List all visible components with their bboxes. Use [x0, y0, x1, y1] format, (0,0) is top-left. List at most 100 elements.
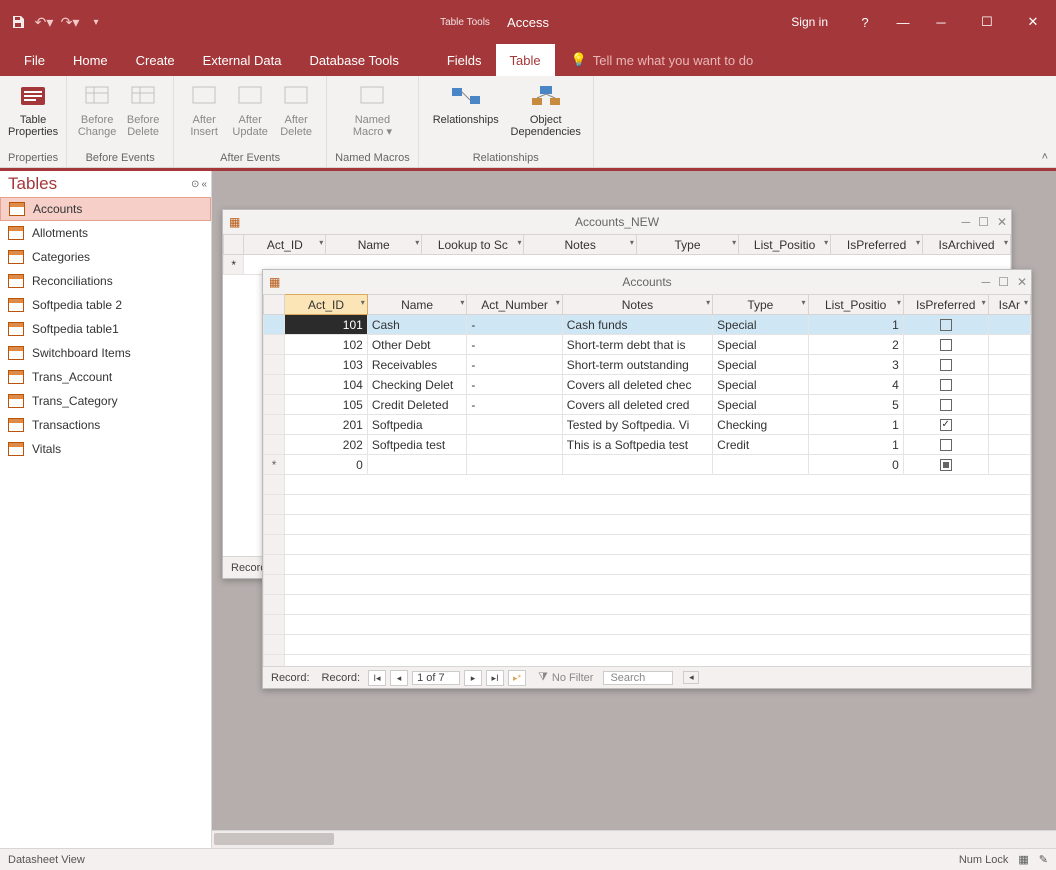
- row-selector[interactable]: [264, 435, 285, 455]
- minimize-icon[interactable]: ─: [982, 275, 991, 289]
- column-header[interactable]: IsPreferred▾: [903, 295, 988, 315]
- nav-item-categories[interactable]: Categories: [0, 245, 211, 269]
- relationships-button[interactable]: Relationships: [427, 80, 505, 150]
- object-dependencies-button[interactable]: ObjectDependencies: [507, 80, 585, 150]
- table-row[interactable]: 101Cash-Cash fundsSpecial1: [264, 315, 1031, 335]
- column-header[interactable]: Name▾: [326, 235, 422, 255]
- checkbox[interactable]: [940, 319, 952, 331]
- nav-new-button[interactable]: ▸*: [508, 670, 526, 686]
- row-selector[interactable]: [264, 355, 285, 375]
- column-header[interactable]: Act_ID▾: [285, 295, 368, 315]
- window-title-bar[interactable]: ▦ Accounts_NEW ─☐✕: [223, 210, 1011, 234]
- table-row[interactable]: 105Credit Deleted-Covers all deleted cre…: [264, 395, 1031, 415]
- after-insert-button[interactable]: AfterInsert: [182, 80, 226, 150]
- nav-header[interactable]: Tables ⊙«: [0, 171, 211, 197]
- undo-icon[interactable]: ↶▾: [34, 12, 54, 32]
- close-button[interactable]: ✕: [1010, 0, 1056, 44]
- ribbon-options-icon[interactable]: —: [888, 0, 918, 44]
- record-position[interactable]: 1 of 7: [412, 671, 460, 685]
- before-change-button[interactable]: BeforeChange: [75, 80, 119, 150]
- nav-item-accounts[interactable]: Accounts: [0, 197, 211, 221]
- column-header[interactable]: Notes▾: [562, 295, 712, 315]
- datasheet-accounts[interactable]: Act_ID▾Name▾Act_Number▾Notes▾Type▾List_P…: [263, 294, 1031, 666]
- nav-item-transactions[interactable]: Transactions: [0, 413, 211, 437]
- nav-item-reconciliations[interactable]: Reconciliations: [0, 269, 211, 293]
- nav-item-trans_account[interactable]: Trans_Account: [0, 365, 211, 389]
- qat-customize-icon[interactable]: ▾: [86, 12, 106, 32]
- after-delete-button[interactable]: AfterDelete: [274, 80, 318, 150]
- tab-create[interactable]: Create: [122, 44, 189, 76]
- tab-table[interactable]: Table: [496, 44, 555, 76]
- table-row[interactable]: 202Softpedia testThis is a Softpedia tes…: [264, 435, 1031, 455]
- column-header[interactable]: Act_ID▾: [244, 235, 326, 255]
- checkbox[interactable]: [940, 399, 952, 411]
- row-selector[interactable]: *: [264, 455, 285, 475]
- checkbox[interactable]: [940, 419, 952, 431]
- tab-file[interactable]: File: [10, 44, 59, 76]
- redo-icon[interactable]: ↷▾: [60, 12, 80, 32]
- row-selector[interactable]: [264, 315, 285, 335]
- collapse-ribbon-icon[interactable]: ˄: [1042, 151, 1048, 163]
- table-row[interactable]: 102Other Debt-Short-term debt that isSpe…: [264, 335, 1031, 355]
- column-header[interactable]: Notes▾: [524, 235, 636, 255]
- checkbox[interactable]: [940, 439, 952, 451]
- checkbox[interactable]: [940, 359, 952, 371]
- table-row[interactable]: 104Checking Delet-Covers all deleted che…: [264, 375, 1031, 395]
- named-macro-button[interactable]: NamedMacro ▾: [350, 80, 394, 150]
- window-accounts[interactable]: ▦ Accounts ─☐✕ Act_ID▾Name▾Act_Number▾No…: [262, 269, 1032, 689]
- column-header[interactable]: Type▾: [636, 235, 738, 255]
- column-header[interactable]: List_Positio▾: [808, 295, 903, 315]
- column-header[interactable]: Act_Number▾: [467, 295, 562, 315]
- table-row[interactable]: 103Receivables-Short-term outstandingSpe…: [264, 355, 1031, 375]
- column-header[interactable]: Lookup to Sc▾: [422, 235, 524, 255]
- column-header[interactable]: Name▾: [367, 295, 467, 315]
- save-icon[interactable]: [8, 12, 28, 32]
- maximize-icon[interactable]: ☐: [978, 215, 989, 229]
- checkbox[interactable]: [940, 459, 952, 471]
- row-selector[interactable]: *: [224, 255, 244, 275]
- row-selector[interactable]: [264, 415, 285, 435]
- nav-prev-button[interactable]: ◂: [390, 670, 408, 686]
- maximize-button[interactable]: ☐: [964, 0, 1010, 44]
- nav-item-trans_category[interactable]: Trans_Category: [0, 389, 211, 413]
- design-view-icon[interactable]: ✎: [1039, 853, 1048, 866]
- help-icon[interactable]: ?: [842, 0, 888, 44]
- row-selector[interactable]: [264, 335, 285, 355]
- search-input[interactable]: Search: [603, 671, 673, 685]
- tab-fields[interactable]: Fields: [433, 44, 496, 76]
- select-all-cell[interactable]: [224, 235, 244, 255]
- nav-last-button[interactable]: ▸I: [486, 670, 504, 686]
- checkbox[interactable]: [940, 339, 952, 351]
- nav-dropdown-icon[interactable]: ⊙: [191, 179, 199, 190]
- nav-first-button[interactable]: I◂: [368, 670, 386, 686]
- before-delete-button[interactable]: BeforeDelete: [121, 80, 165, 150]
- row-selector[interactable]: [264, 375, 285, 395]
- row-selector[interactable]: [264, 395, 285, 415]
- column-header[interactable]: IsPreferred▾: [831, 235, 923, 255]
- tab-external-data[interactable]: External Data: [189, 44, 296, 76]
- nav-next-button[interactable]: ▸: [464, 670, 482, 686]
- close-icon[interactable]: ✕: [1017, 275, 1027, 289]
- new-record-row[interactable]: *00: [264, 455, 1031, 475]
- column-header[interactable]: List_Positio▾: [739, 235, 831, 255]
- minimize-icon[interactable]: ─: [962, 215, 971, 229]
- tab-database-tools[interactable]: Database Tools: [295, 44, 412, 76]
- maximize-icon[interactable]: ☐: [998, 275, 1009, 289]
- nav-item-softpedia-table1[interactable]: Softpedia table1: [0, 317, 211, 341]
- checkbox[interactable]: [940, 379, 952, 391]
- after-update-button[interactable]: AfterUpdate: [228, 80, 272, 150]
- nav-item-allotments[interactable]: Allotments: [0, 221, 211, 245]
- minimize-button[interactable]: ─: [918, 0, 964, 44]
- nav-item-vitals[interactable]: Vitals: [0, 437, 211, 461]
- column-header[interactable]: IsArchived▾: [923, 235, 1011, 255]
- select-all-cell[interactable]: [264, 295, 285, 315]
- tab-home[interactable]: Home: [59, 44, 122, 76]
- window-title-bar[interactable]: ▦ Accounts ─☐✕: [263, 270, 1031, 294]
- filter-icon[interactable]: ⧩: [538, 671, 548, 684]
- nav-item-softpedia-table-2[interactable]: Softpedia table 2: [0, 293, 211, 317]
- nav-collapse-icon[interactable]: «: [201, 179, 207, 190]
- column-header[interactable]: Type▾: [713, 295, 808, 315]
- close-icon[interactable]: ✕: [997, 215, 1007, 229]
- table-properties-button[interactable]: TableProperties: [11, 80, 55, 150]
- horizontal-scrollbar[interactable]: [212, 830, 1056, 848]
